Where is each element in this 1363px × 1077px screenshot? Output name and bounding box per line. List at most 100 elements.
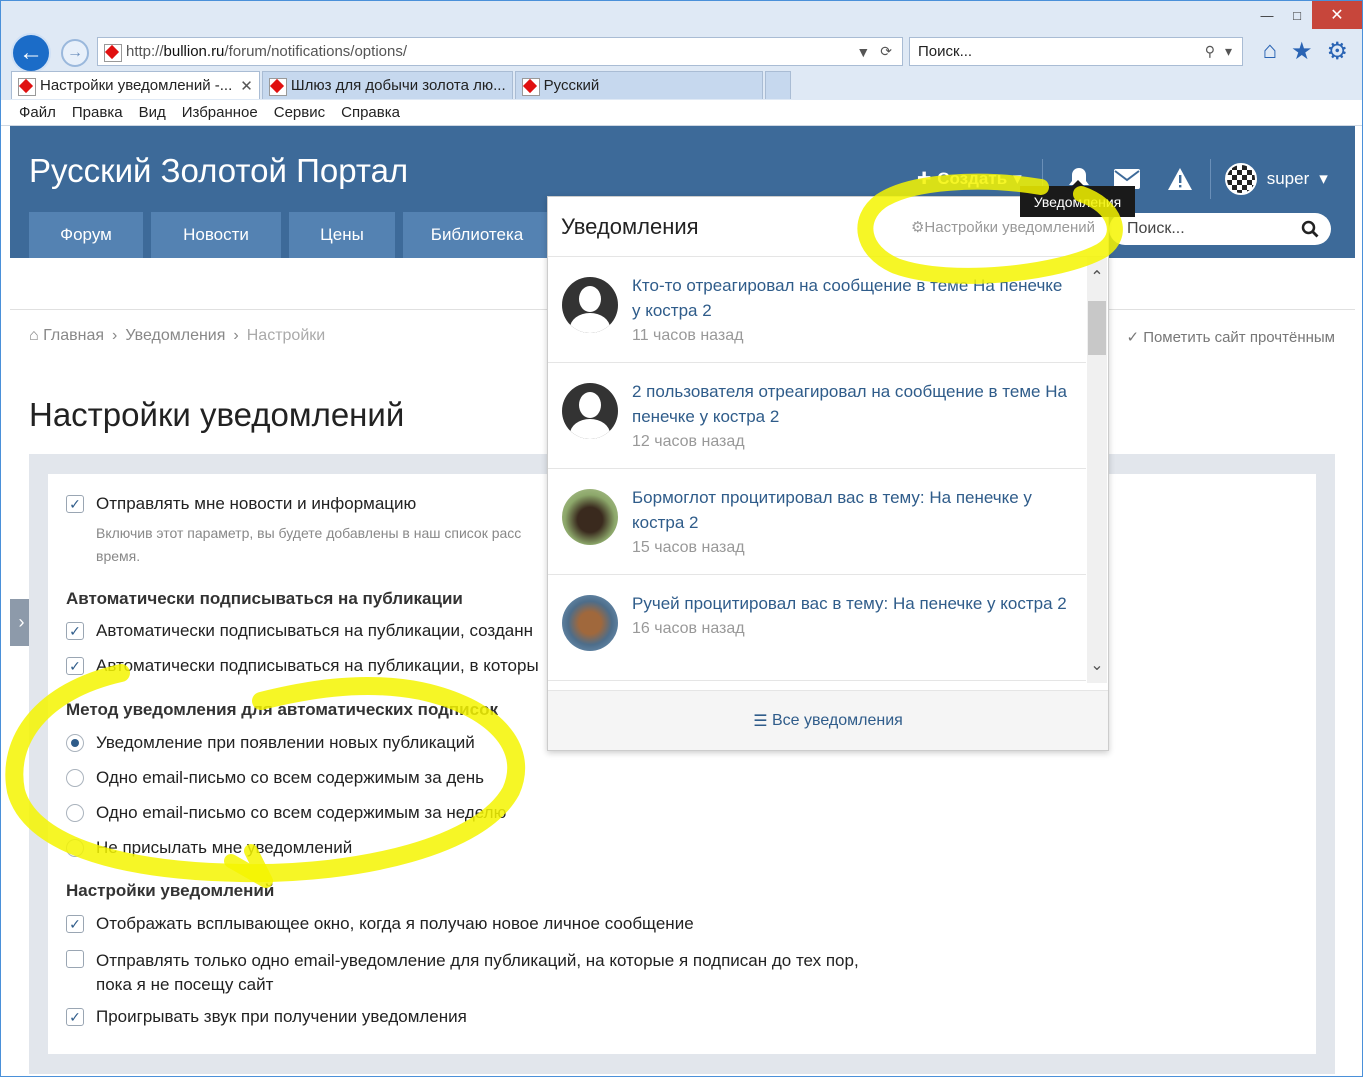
- menu-tools[interactable]: Сервис: [274, 104, 325, 121]
- search-icon[interactable]: [1301, 220, 1319, 238]
- method-option-weekly[interactable]: Одно email-письмо со всем содержимым за …: [66, 803, 506, 823]
- site-favicon-icon: [104, 43, 122, 62]
- warning-icon[interactable]: [1151, 159, 1211, 199]
- section-heading: Настройки уведомлений: [66, 881, 275, 900]
- back-button[interactable]: ←: [11, 33, 51, 73]
- notification-text[interactable]: Кто-то отреагировал на сообщение в теме …: [632, 273, 1072, 323]
- maximize-button[interactable]: □: [1282, 1, 1312, 29]
- search-icon[interactable]: ⚲: [1205, 43, 1215, 60]
- new-tab-button[interactable]: [764, 71, 791, 99]
- breadcrumb-notifications[interactable]: Уведомления: [125, 327, 225, 345]
- site-search-placeholder: Поиск...: [1127, 220, 1185, 237]
- menu-edit[interactable]: Правка: [72, 104, 123, 121]
- auto-created-checkbox[interactable]: ✓: [66, 622, 84, 640]
- tab-close-icon[interactable]: ✕: [240, 77, 253, 95]
- notification-time: 15 часов назад: [632, 539, 745, 556]
- create-label: Создать: [937, 169, 1008, 188]
- tab-label: Шлюз для добычи золота лю...: [290, 77, 506, 94]
- option-label: Уведомление при появлении новых публикац…: [96, 733, 475, 752]
- notification-text[interactable]: Ручей процитировал вас в тему: На пенечк…: [632, 591, 1067, 616]
- browser-search-placeholder: Поиск...: [918, 43, 973, 60]
- tab-label: Русский: [543, 77, 600, 94]
- refresh-icon[interactable]: ⟳: [880, 43, 892, 60]
- popup-checkbox[interactable]: ✓: [66, 915, 84, 933]
- dropdown-arrow-icon[interactable]: ▼: [856, 44, 870, 60]
- forward-button[interactable]: →: [61, 39, 89, 67]
- gear-icon: ⚙: [910, 218, 925, 236]
- nav-library[interactable]: Библиотека: [403, 212, 551, 258]
- notifications-dropdown: Уведомления ⚙Настройки уведомлений Кто-т…: [547, 196, 1109, 751]
- address-url[interactable]: http://bullion.ru/forum/notifications/op…: [126, 43, 856, 60]
- notification-item[interactable]: Бормоглот процитировал вас в тему: На пе…: [548, 469, 1086, 575]
- tab-gold-sluice[interactable]: Шлюз для добычи золота лю...: [261, 71, 513, 99]
- menu-help[interactable]: Справка: [341, 104, 400, 121]
- site-search-input[interactable]: Поиск...: [1109, 213, 1331, 245]
- menu-file[interactable]: Файл: [19, 104, 56, 121]
- method-option-daily[interactable]: Одно email-письмо со всем содержимым за …: [66, 768, 484, 788]
- option-label: Проигрывать звук при получении уведомлен…: [96, 1007, 467, 1026]
- page-title: Настройки уведомлений: [29, 396, 405, 433]
- notification-settings-link[interactable]: ⚙Настройки уведомлений: [911, 218, 1095, 236]
- option-single-email[interactable]: Отправлять только одно email-уведомление…: [66, 949, 859, 997]
- nav-forum[interactable]: Форум: [29, 212, 143, 258]
- nav-news[interactable]: Новости: [151, 212, 281, 258]
- tab-label: Настройки уведомлений -...: [40, 77, 233, 94]
- section-heading: Автоматически подписываться на публикаци…: [66, 589, 463, 608]
- user-menu[interactable]: super ▾: [1224, 163, 1328, 195]
- option-auto-replied[interactable]: ✓ Автоматически подписываться на публика…: [66, 656, 539, 676]
- notifications-tooltip: Уведомления: [1020, 180, 1135, 217]
- address-bar[interactable]: http://bullion.ru/forum/notifications/op…: [97, 37, 903, 66]
- gear-icon[interactable]: ⚙: [1326, 37, 1348, 66]
- mark-site-read-link[interactable]: ✓ Пометить сайт прочтённым: [1126, 328, 1335, 346]
- close-window-button[interactable]: ✕: [1312, 1, 1362, 29]
- tab-favicon-icon: [18, 77, 36, 96]
- tab-favicon-icon: [521, 77, 540, 96]
- method-radio[interactable]: [66, 734, 84, 752]
- option-popup[interactable]: ✓ Отображать всплывающее окно, когда я п…: [66, 914, 694, 934]
- minimize-button[interactable]: —: [1252, 1, 1282, 29]
- dropdown-title: Уведомления: [561, 213, 699, 239]
- menu-favorites[interactable]: Избранное: [182, 104, 258, 121]
- notification-text[interactable]: Бормоглот процитировал вас в тему: На пе…: [632, 485, 1072, 535]
- home-icon[interactable]: ⌂: [1262, 37, 1277, 66]
- notification-item[interactable]: 2 пользователя отреагировал на сообщение…: [548, 363, 1086, 469]
- scrollbar-thumb[interactable]: [1088, 301, 1106, 355]
- section-heading: Метод уведомления для автоматических под…: [66, 700, 498, 719]
- avatar: [562, 595, 618, 651]
- scroll-down-icon[interactable]: ⌄: [1087, 655, 1107, 675]
- dropdown-scrollbar[interactable]: ⌃ ⌄: [1087, 257, 1107, 683]
- browser-window: — □ ✕ ← → http://bullion.ru/forum/notifi…: [0, 0, 1363, 1077]
- breadcrumb-home[interactable]: ⌂ Главная: [29, 327, 104, 345]
- site-title[interactable]: Русский Золотой Портал: [29, 152, 408, 190]
- notification-text[interactable]: 2 пользователя отреагировал на сообщение…: [632, 379, 1072, 429]
- scroll-up-icon[interactable]: ⌃: [1087, 267, 1107, 287]
- search-dropdown-icon[interactable]: ▾: [1225, 43, 1232, 60]
- option-sound[interactable]: ✓ Проигрывать звук при получении уведомл…: [66, 1007, 467, 1027]
- option-label: Одно email-письмо со всем содержимым за …: [96, 768, 484, 787]
- method-option-instant[interactable]: Уведомление при появлении новых публикац…: [66, 733, 475, 753]
- news-checkbox[interactable]: ✓: [66, 495, 84, 513]
- browser-search-box[interactable]: Поиск... ⚲ ▾: [909, 37, 1243, 66]
- method-option-none[interactable]: Не присылать мне уведомлений: [66, 838, 352, 858]
- notification-item[interactable]: Кто-то отреагировал на сообщение в теме …: [548, 257, 1086, 363]
- nav-prices[interactable]: Цены: [289, 212, 395, 258]
- browser-tabs: Настройки уведомлений -... ✕ Шлюз для до…: [11, 71, 793, 99]
- breadcrumb-current: Настройки: [246, 327, 326, 344]
- sound-checkbox[interactable]: ✓: [66, 1008, 84, 1026]
- avatar: [562, 277, 618, 333]
- option-news[interactable]: ✓ Отправлять мне новости и информацию: [66, 494, 416, 514]
- method-radio[interactable]: [66, 839, 84, 857]
- notification-item[interactable]: Ручей процитировал вас в тему: На пенечк…: [548, 575, 1086, 681]
- option-auto-created[interactable]: ✓ Автоматически подписываться на публика…: [66, 621, 533, 641]
- tab-notification-settings[interactable]: Настройки уведомлений -... ✕: [11, 71, 260, 99]
- all-notifications-link[interactable]: ☰ Все уведомления: [548, 690, 1108, 750]
- single-email-checkbox[interactable]: [66, 950, 84, 968]
- breadcrumb: ⌂ Главная › Уведомления › Настройки: [29, 327, 325, 345]
- method-radio[interactable]: [66, 769, 84, 787]
- tab-russian[interactable]: Русский: [514, 71, 763, 99]
- favorites-star-icon[interactable]: ★: [1291, 37, 1313, 66]
- method-radio[interactable]: [66, 804, 84, 822]
- avatar: [562, 489, 618, 545]
- auto-replied-checkbox[interactable]: ✓: [66, 657, 84, 675]
- menu-view[interactable]: Вид: [139, 104, 166, 121]
